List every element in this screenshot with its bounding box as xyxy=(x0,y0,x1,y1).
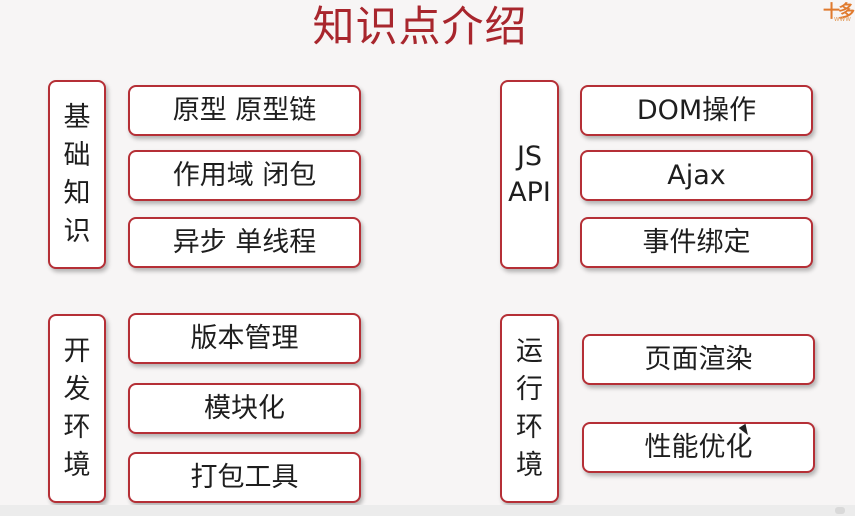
category-basics-char: 础 xyxy=(63,139,91,171)
category-runtime-char: 环 xyxy=(516,411,543,443)
page-title: 知识点介绍 xyxy=(312,2,528,51)
category-basics-char: 识 xyxy=(63,215,91,247)
category-runtime-char: 境 xyxy=(516,449,543,481)
category-runtime-char: 行 xyxy=(516,373,543,405)
corner-control xyxy=(835,507,845,514)
category-basics-char: 知 xyxy=(63,177,91,209)
category-js-api: JS API xyxy=(500,80,559,269)
topic-prototype-chain: 原型 原型链 xyxy=(128,85,361,136)
category-dev-env-char: 开 xyxy=(63,335,91,367)
topic-bundler: 打包工具 xyxy=(128,452,361,503)
category-dev-env-char: 发 xyxy=(63,373,91,405)
topic-async-single-thread: 异步 单线程 xyxy=(128,217,361,268)
category-dev-env: 开 发 环 境 xyxy=(48,314,106,503)
topic-modularization: 模块化 xyxy=(128,383,361,434)
topic-dom-operation: DOM操作 xyxy=(580,85,813,136)
category-basics-char: 基 xyxy=(63,101,91,133)
topic-ajax: Ajax xyxy=(580,150,813,201)
topic-page-rendering: 页面渲染 xyxy=(582,334,815,385)
category-runtime-char: 运 xyxy=(516,335,543,367)
topic-event-binding: 事件绑定 xyxy=(580,217,813,268)
category-js-api-line: API xyxy=(508,176,551,208)
topic-performance-optimization: 性能优化 xyxy=(582,422,815,473)
topic-scope-closure: 作用域 闭包 xyxy=(128,150,361,201)
bottom-strip xyxy=(0,505,855,516)
category-dev-env-char: 环 xyxy=(63,411,91,443)
topic-version-control: 版本管理 xyxy=(128,313,361,364)
category-basics: 基 础 知 识 xyxy=(48,80,106,269)
category-js-api-line: JS xyxy=(516,140,543,172)
logo-sub: www xyxy=(833,15,851,23)
category-runtime: 运 行 环 境 xyxy=(500,314,559,503)
category-dev-env-char: 境 xyxy=(63,449,91,481)
brand-logo: 十多 www xyxy=(819,0,855,23)
